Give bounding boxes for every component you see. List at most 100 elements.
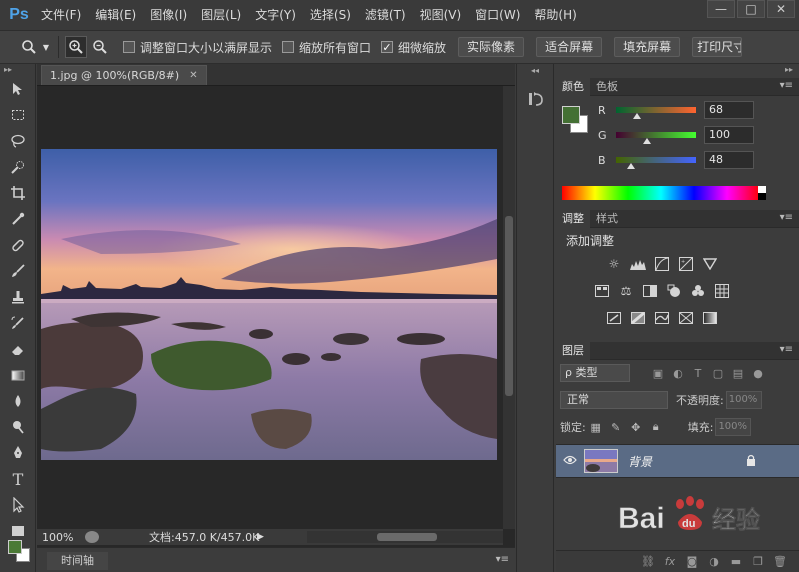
green-slider-handle[interactable] (643, 138, 652, 144)
collapse-column-icon[interactable]: ◂◂ (531, 66, 539, 75)
blend-mode-select[interactable]: 正常 (560, 391, 668, 409)
gradient-tool-icon[interactable] (0, 362, 36, 388)
path-selection-tool-icon[interactable] (0, 492, 36, 518)
crop-tool-icon[interactable] (0, 180, 36, 206)
red-value-input[interactable]: 68 (704, 101, 754, 119)
green-value-input[interactable]: 100 (704, 126, 754, 144)
blur-tool-icon[interactable] (0, 388, 36, 414)
fit-screen-button[interactable]: 适合屏幕 (536, 37, 603, 57)
close-button[interactable]: ✕ (767, 0, 795, 18)
exposure-icon[interactable]: + (674, 254, 698, 274)
brightness-contrast-icon[interactable]: ☼ (602, 254, 626, 274)
color-balance-icon[interactable]: ⚖ (614, 281, 638, 301)
fill-input[interactable]: 100% (715, 418, 752, 436)
minimize-button[interactable]: — (707, 0, 735, 18)
lasso-tool-icon[interactable] (0, 128, 36, 154)
scrubby-zoom-checkbox[interactable]: ✓ 细微缩放 (381, 39, 446, 56)
canvas-image[interactable] (41, 149, 497, 460)
zoom-tool-preset-icon[interactable] (18, 36, 40, 58)
pen-tool-icon[interactable] (0, 440, 36, 466)
clone-stamp-tool-icon[interactable] (0, 284, 36, 310)
status-menu-arrow-icon[interactable]: ▶ (257, 532, 264, 542)
hue-saturation-icon[interactable] (590, 281, 614, 301)
history-brush-tool-icon[interactable] (0, 310, 36, 336)
eraser-tool-icon[interactable] (0, 336, 36, 362)
foreground-background-swatches[interactable] (8, 540, 30, 562)
canvas-area[interactable] (37, 86, 503, 529)
red-slider[interactable] (616, 107, 696, 119)
color-spectrum-bar[interactable] (562, 186, 766, 200)
lock-transparent-pixels-icon[interactable]: ▦ (586, 418, 606, 436)
healing-brush-tool-icon[interactable] (0, 232, 36, 258)
collapse-arrows-icon[interactable]: ▸▸ (0, 64, 35, 76)
eyedropper-tool-icon[interactable] (0, 206, 36, 232)
blue-slider[interactable] (616, 157, 696, 169)
levels-icon[interactable] (626, 254, 650, 274)
filter-toggle-icon[interactable]: ● (748, 364, 768, 382)
brush-tool-icon[interactable] (0, 258, 36, 284)
timeline-menu-icon[interactable]: ▾≡ (496, 554, 509, 565)
blue-slider-handle[interactable] (627, 163, 636, 169)
timeline-tab[interactable]: 时间轴 (47, 552, 108, 570)
maximize-button[interactable]: □ (737, 0, 765, 18)
document-tab[interactable]: 1.jpg @ 100%(RGB/8#) ✕ (41, 65, 207, 85)
color-panel-foreground-swatch[interactable] (562, 106, 580, 124)
checkbox-box[interactable] (282, 41, 295, 53)
dodge-tool-icon[interactable] (0, 414, 36, 440)
actual-pixels-button[interactable]: 实际像素 (458, 37, 525, 57)
zoom-all-checkbox[interactable]: 缩放所有窗口 (282, 39, 371, 56)
zoom-in-icon[interactable] (65, 36, 87, 58)
green-slider[interactable] (616, 132, 696, 144)
filter-pixel-icon[interactable]: ▣ (648, 364, 668, 382)
menu-edit[interactable]: 编辑(E) (88, 0, 143, 30)
print-size-button[interactable]: 打印尺寸 (692, 37, 743, 57)
menu-layer[interactable]: 图层(L) (194, 0, 248, 30)
new-group-icon[interactable]: ▬ (725, 553, 747, 571)
tab-styles[interactable]: 样式 (590, 210, 624, 228)
menu-image[interactable]: 图像(I) (143, 0, 194, 30)
gradient-map-icon[interactable] (698, 308, 722, 328)
filter-type-icon[interactable]: T (688, 364, 708, 382)
blue-value-input[interactable]: 48 (704, 151, 754, 169)
foreground-color-swatch[interactable] (8, 540, 22, 554)
threshold-icon[interactable] (650, 308, 674, 328)
tab-color[interactable]: 颜色 (556, 77, 590, 96)
selective-color-icon[interactable] (674, 308, 698, 328)
delete-layer-icon[interactable]: 🗑︎ (769, 553, 791, 571)
layer-filter-select[interactable]: ρ 类型 (560, 364, 630, 382)
posterize-icon[interactable] (626, 308, 650, 328)
menu-file[interactable]: 文件(F) (34, 0, 88, 30)
lock-position-icon[interactable]: ✥ (626, 418, 646, 436)
color-lookup-icon[interactable] (710, 281, 734, 301)
layer-visibility-eye-icon[interactable] (556, 454, 584, 468)
new-adjustment-layer-icon[interactable]: ◑ (703, 553, 725, 571)
zoom-level[interactable]: 100% (37, 531, 85, 544)
panel-column-collapse-icon[interactable]: ▸▸ (785, 65, 793, 74)
layer-row-background[interactable]: 背景 (556, 444, 799, 478)
preset-dropdown-icon[interactable]: ▼ (40, 36, 52, 58)
checkbox-box-checked[interactable]: ✓ (381, 41, 394, 54)
menu-help[interactable]: 帮助(H) (527, 0, 583, 30)
menu-filter[interactable]: 滤镜(T) (358, 0, 413, 30)
menu-view[interactable]: 视图(V) (413, 0, 469, 30)
photo-filter-icon[interactable] (662, 281, 686, 301)
curves-icon[interactable] (650, 254, 674, 274)
red-slider-handle[interactable] (633, 113, 642, 119)
checkbox-box[interactable] (123, 41, 135, 53)
tab-adjustments[interactable]: 调整 (556, 209, 590, 228)
lock-all-icon[interactable]: 🔒︎ (646, 418, 666, 436)
fill-screen-button[interactable]: 填充屏幕 (614, 37, 681, 57)
add-mask-icon[interactable]: ◙ (681, 553, 703, 571)
vertical-scrollbar[interactable] (503, 86, 515, 529)
black-white-icon[interactable] (638, 281, 662, 301)
invert-icon[interactable] (602, 308, 626, 328)
close-tab-icon[interactable]: ✕ (189, 66, 197, 86)
layers-panel-menu-icon[interactable]: ▾≡ (780, 344, 793, 355)
filter-adjustment-icon[interactable]: ◐ (668, 364, 688, 382)
new-layer-icon[interactable]: ❐ (747, 553, 769, 571)
status-info-icon[interactable] (85, 531, 99, 543)
marquee-tool-icon[interactable] (0, 102, 36, 128)
quick-selection-tool-icon[interactable] (0, 154, 36, 180)
layer-style-fx-icon[interactable]: fx (659, 553, 681, 571)
filter-shape-icon[interactable]: ▢ (708, 364, 728, 382)
